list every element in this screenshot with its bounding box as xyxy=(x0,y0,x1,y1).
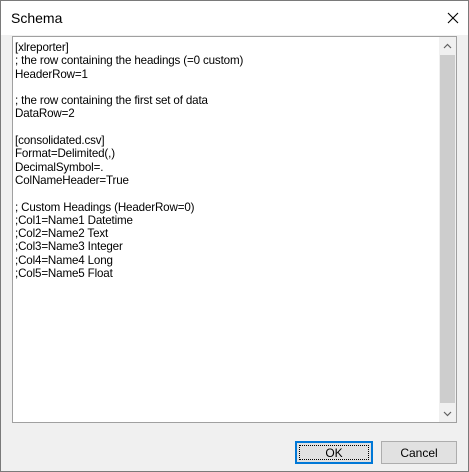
editor-line: ;Col2=Name2 Text xyxy=(15,227,109,241)
schema-text[interactable]: [xlreporter]; the row containing the hea… xyxy=(13,37,439,422)
scroll-down-button[interactable] xyxy=(439,405,456,422)
scrollbar-thumb[interactable] xyxy=(440,55,455,403)
close-button[interactable] xyxy=(438,1,468,35)
scroll-up-button[interactable] xyxy=(439,37,456,54)
cancel-button-label: Cancel xyxy=(400,445,438,460)
ok-button[interactable]: OK xyxy=(295,441,373,464)
editor-line: ;Col1=Name1 Datetime xyxy=(15,213,133,227)
editor-line: DataRow=2 xyxy=(15,107,75,121)
close-icon xyxy=(447,12,459,24)
editor-line: ;Col3=Name3 Integer xyxy=(15,240,123,254)
editor-line: ; the row containing the first set of da… xyxy=(15,94,208,108)
vertical-scrollbar[interactable] xyxy=(439,37,456,422)
editor-line: ;Col4=Name4 Long xyxy=(15,253,113,267)
editor-line: ; Custom Headings (HeaderRow=0) xyxy=(15,200,195,214)
chevron-down-icon xyxy=(443,411,452,416)
cancel-button[interactable]: Cancel xyxy=(381,441,457,464)
editor-line: HeaderRow=1 xyxy=(15,67,88,81)
schema-dialog: Schema [xlreporter]; the row containing … xyxy=(0,0,469,472)
editor-line: ColNameHeader=True xyxy=(15,173,129,187)
focus-rectangle xyxy=(299,445,369,460)
chevron-up-icon xyxy=(443,43,452,48)
editor-line: [consolidated.csv] xyxy=(15,134,105,148)
schema-text-editor[interactable]: [xlreporter]; the row containing the hea… xyxy=(12,36,457,423)
editor-line: ;Col5=Name5 Float xyxy=(15,267,113,281)
editor-line: [xlreporter] xyxy=(15,41,69,54)
window-title: Schema xyxy=(11,10,63,26)
title-bar[interactable]: Schema xyxy=(1,1,468,35)
editor-line: DecimalSymbol=. xyxy=(15,160,104,174)
editor-line: ; the row containing the headings (=0 cu… xyxy=(15,54,244,68)
editor-line: Format=Delimited(,) xyxy=(15,147,115,161)
